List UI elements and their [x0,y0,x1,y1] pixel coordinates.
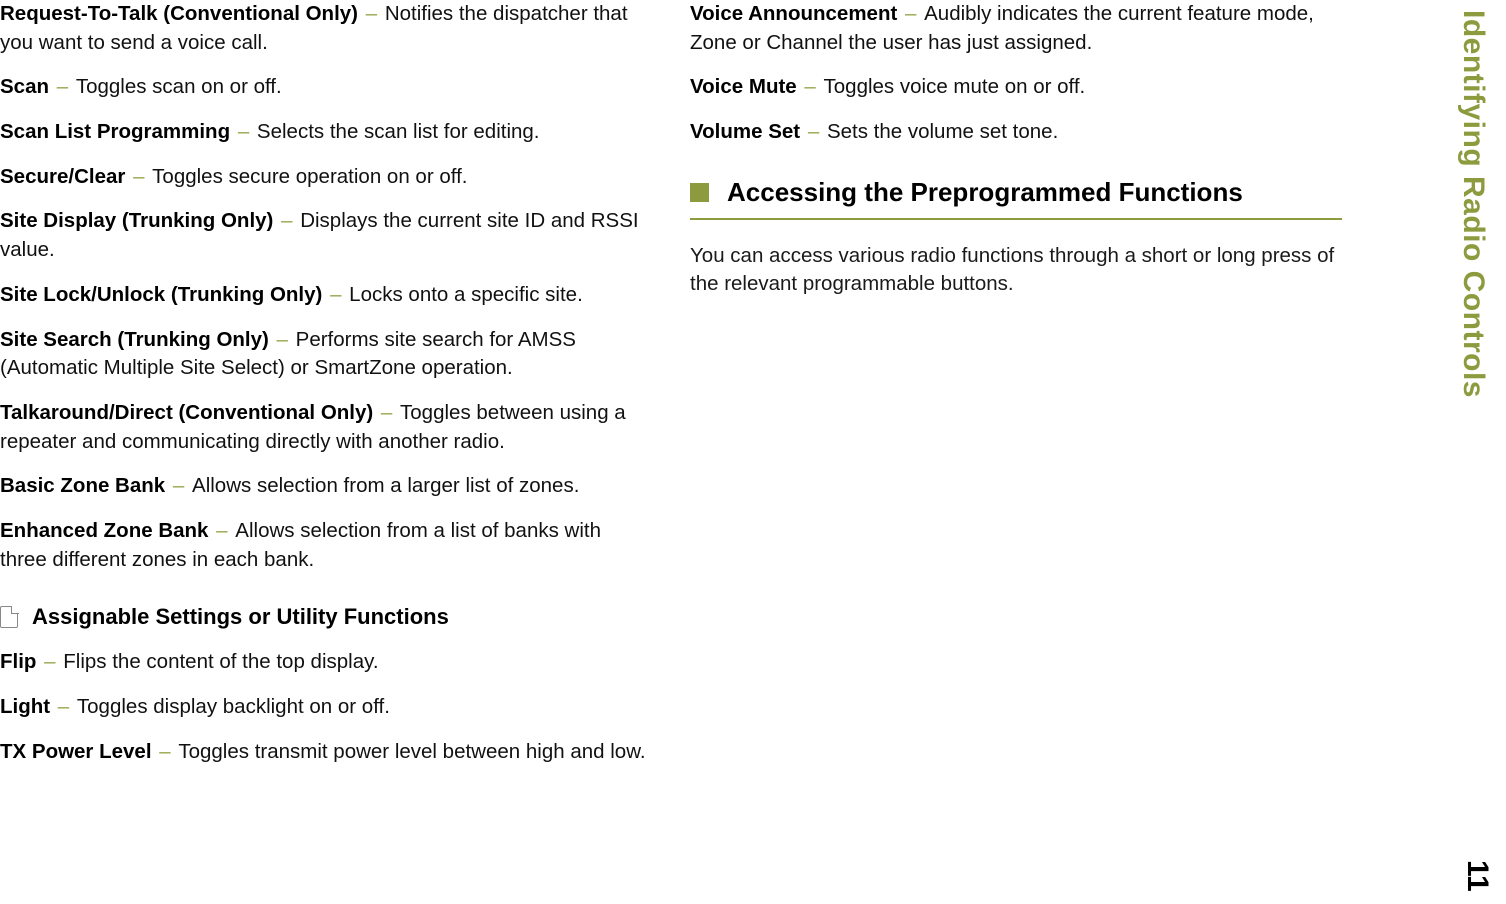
term: Site Display (Trunking Only) [0,209,273,232]
dash-separator: – [236,120,257,143]
dash-separator: – [903,2,924,25]
description: Allows selection from a larger list of z… [192,474,579,497]
definition-entry: Site Search (Trunking Only) – Performs s… [0,326,652,383]
definition-entry: Talkaround/Direct (Conventional Only) – … [0,399,652,456]
dash-separator: – [806,120,827,143]
term: Scan [0,75,49,98]
term: Talkaround/Direct (Conventional Only) [0,401,373,424]
square-bullet-icon [690,183,709,202]
dash-separator: – [379,401,400,424]
term: Scan List Programming [0,120,230,143]
definition-entry: Volume Set – Sets the volume set tone. [690,118,1342,147]
dash-separator: – [275,328,296,351]
term: TX Power Level [0,740,152,763]
term: Request-To-Talk (Conventional Only) [0,2,358,25]
subheading-row: Assignable Settings or Utility Functions [0,604,652,630]
term: Site Lock/Unlock (Trunking Only) [0,283,322,306]
section-title: Accessing the Preprogrammed Functions [727,177,1243,208]
dash-separator: – [157,740,178,763]
term: Site Search (Trunking Only) [0,328,269,351]
description: Toggles voice mute on or off. [824,75,1086,98]
term: Voice Announcement [690,2,897,25]
section-heading-row: Accessing the Preprogrammed Functions [690,177,1342,208]
dash-separator: – [56,695,77,718]
definition-entry: Request-To-Talk (Conventional Only) – No… [0,0,652,57]
page-content: Request-To-Talk (Conventional Only) – No… [0,0,1400,782]
term: Flip [0,650,36,673]
description: Locks onto a specific site. [349,283,583,306]
definition-entry: Secure/Clear – Toggles secure operation … [0,163,652,192]
right-column: Voice Announcement – Audibly indicates t… [690,0,1360,782]
term: Voice Mute [690,75,797,98]
description: Toggles scan on or off. [76,75,282,98]
definition-entry: Scan List Programming – Selects the scan… [0,118,652,147]
term: Enhanced Zone Bank [0,519,208,542]
dash-separator: – [214,519,235,542]
dash-separator: – [279,209,300,232]
side-chapter-label: Identifying Radio Controls [1456,10,1490,398]
section-heading: Accessing the Preprogrammed Functions [690,177,1342,220]
definition-entry: Light – Toggles display backlight on or … [0,693,652,722]
definition-entry: Basic Zone Bank – Allows selection from … [0,472,652,501]
term: Secure/Clear [0,165,125,188]
dash-separator: – [364,2,385,25]
dash-separator: – [55,75,76,98]
dash-separator: – [42,650,63,673]
document-icon [0,606,18,628]
dash-separator: – [171,474,192,497]
dash-separator: – [802,75,823,98]
definition-entry: Voice Announcement – Audibly indicates t… [690,0,1342,57]
description: Toggles display backlight on or off. [77,695,390,718]
definition-entry: Scan – Toggles scan on or off. [0,73,652,102]
definition-entry: Enhanced Zone Bank – Allows selection fr… [0,517,652,574]
description: Toggles transmit power level between hig… [178,740,645,763]
left-column: Request-To-Talk (Conventional Only) – No… [0,0,670,782]
term: Volume Set [690,120,800,143]
description: Selects the scan list for editing. [257,120,540,143]
section-rule [690,218,1342,220]
definition-entry: TX Power Level – Toggles transmit power … [0,738,652,767]
page-number: 11 [1460,860,1494,892]
description: Toggles secure operation on or off. [152,165,467,188]
definition-entry: Flip – Flips the content of the top disp… [0,648,652,677]
term: Light [0,695,50,718]
definition-entry: Voice Mute – Toggles voice mute on or of… [690,73,1342,102]
definition-entry: Site Lock/Unlock (Trunking Only) – Locks… [0,281,652,310]
dash-separator: – [328,283,349,306]
section-body: You can access various radio functions t… [690,242,1342,299]
definition-entry: Site Display (Trunking Only) – Displays … [0,207,652,264]
subheading-title: Assignable Settings or Utility Functions [32,604,449,630]
term: Basic Zone Bank [0,474,165,497]
description: Sets the volume set tone. [827,120,1058,143]
dash-separator: – [131,165,152,188]
description: Flips the content of the top display. [63,650,378,673]
